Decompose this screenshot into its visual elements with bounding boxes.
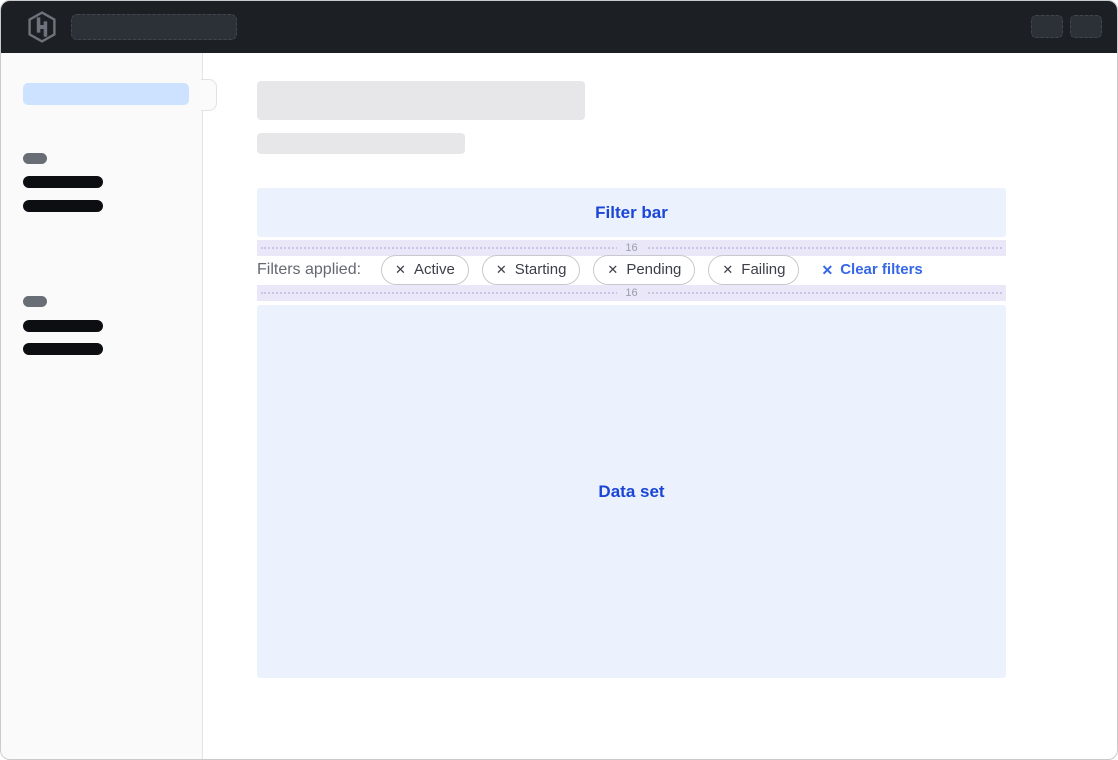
close-icon: ✕: [607, 263, 618, 276]
page-title-skeleton: [257, 81, 585, 120]
filter-tag-failing[interactable]: ✕ Failing: [708, 255, 799, 285]
filter-tag-label: Active: [414, 261, 455, 278]
filter-tag-label: Failing: [741, 261, 785, 278]
sidebar-section-label-skeleton: [23, 153, 47, 164]
hashicorp-logo-icon[interactable]: [27, 11, 57, 43]
sidebar-nav-item-skeleton: [23, 320, 103, 332]
sidebar: [1, 53, 203, 759]
topbar-action-button-skeleton[interactable]: [1031, 15, 1063, 38]
filter-bar-region: Filter bar: [257, 188, 1006, 237]
nav-menu-skeleton: [71, 14, 237, 40]
close-icon: ✕: [722, 263, 733, 276]
topbar-action-button-skeleton[interactable]: [1070, 15, 1102, 38]
clear-filters-icon: ✕: [821, 263, 833, 277]
clear-filters-label: Clear filters: [840, 261, 923, 278]
page-subtitle-skeleton: [257, 133, 465, 154]
clear-filters-link[interactable]: ✕ Clear filters: [821, 261, 922, 278]
close-icon: ✕: [496, 263, 507, 276]
sidebar-collapse-handle[interactable]: [201, 79, 217, 111]
filter-tag-label: Pending: [626, 261, 681, 278]
filter-tag-starting[interactable]: ✕ Starting: [482, 255, 581, 285]
data-set-label: Data set: [598, 482, 664, 502]
sidebar-nav-item-skeleton: [23, 200, 103, 212]
data-set-region: Data set: [257, 305, 1006, 678]
filter-tag-active[interactable]: ✕ Active: [381, 255, 469, 285]
sidebar-section-label-skeleton: [23, 296, 47, 307]
filter-bar-label: Filter bar: [595, 203, 668, 223]
filter-tag-pending[interactable]: ✕ Pending: [593, 255, 695, 285]
filter-tag-label: Starting: [515, 261, 567, 278]
filters-applied-row: Filters applied: ✕ Active ✕ Starting ✕ P…: [257, 254, 1006, 285]
filter-tags-group: ✕ Active ✕ Starting ✕ Pending ✕ Failing: [381, 255, 799, 285]
spacing-value: 16: [617, 242, 645, 254]
sidebar-nav-item-skeleton: [23, 176, 103, 188]
app-window: Filter bar 16 Filters applied: ✕ Active …: [0, 0, 1118, 760]
close-icon: ✕: [395, 263, 406, 276]
sidebar-active-item-skeleton[interactable]: [23, 83, 189, 105]
spacing-annotation-bottom: 16: [257, 285, 1006, 301]
filters-applied-label: Filters applied:: [257, 261, 361, 279]
spacing-value: 16: [617, 287, 645, 299]
sidebar-nav-item-skeleton: [23, 343, 103, 355]
top-nav-bar: [1, 1, 1117, 53]
